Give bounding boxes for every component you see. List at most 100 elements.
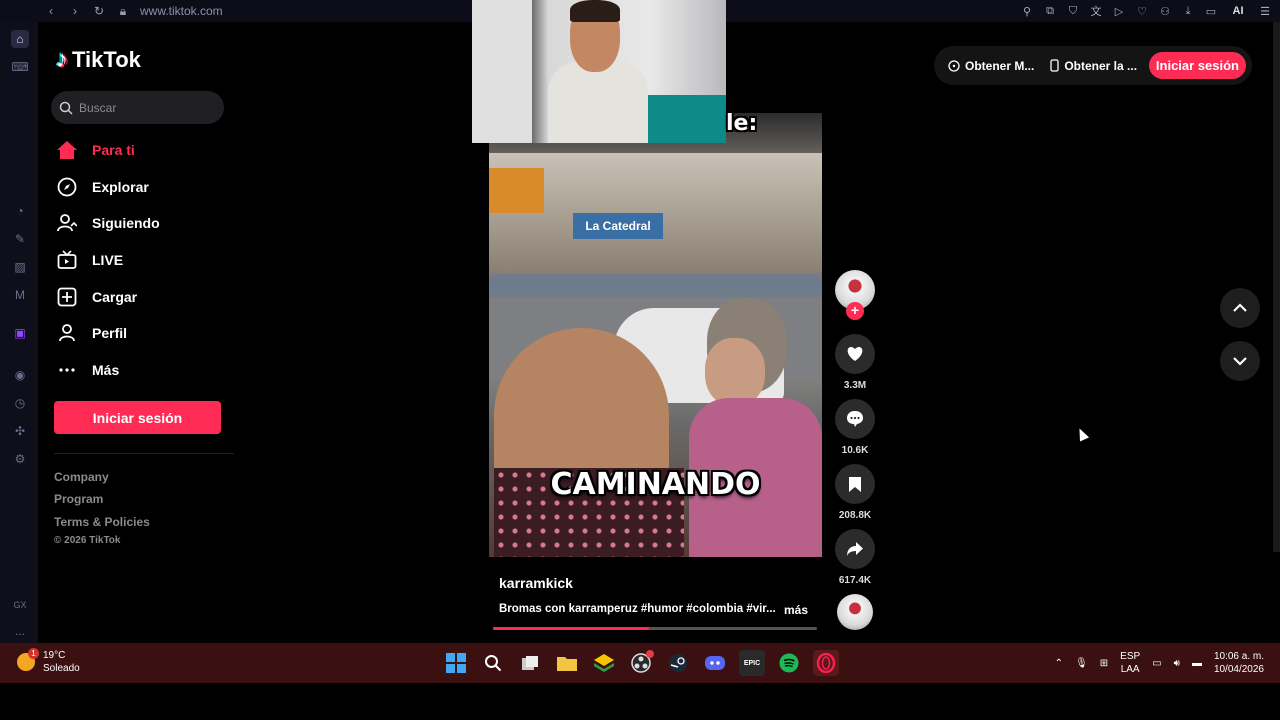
footer-program-link[interactable]: Program xyxy=(54,492,103,506)
save-action[interactable]: 208.8K xyxy=(834,464,876,521)
nav-siguiendo[interactable]: Siguiendo xyxy=(56,212,160,234)
video-progress-bar[interactable] xyxy=(493,627,817,630)
top-login-button[interactable]: Iniciar sesión xyxy=(1148,52,1246,79)
epic-games-icon[interactable]: EPIC xyxy=(739,650,765,676)
follow-button[interactable]: + xyxy=(846,302,864,320)
reload-icon[interactable]: ↻ xyxy=(92,4,106,18)
bookmark-icon xyxy=(849,476,861,492)
shield-icon[interactable]: ⛉ xyxy=(1066,5,1080,18)
description-more-button[interactable]: más xyxy=(784,603,808,617)
display-icon[interactable]: ▭ xyxy=(1152,658,1161,669)
spotify-icon[interactable] xyxy=(776,650,802,676)
nav-mas[interactable]: Más xyxy=(56,359,119,381)
bluestacks-icon[interactable] xyxy=(591,650,617,676)
nav-cargar[interactable]: Cargar xyxy=(56,286,137,308)
footer-company-link[interactable]: Company xyxy=(54,470,109,484)
task-view-icon[interactable] xyxy=(517,650,543,676)
account-icon[interactable]: ⚇ xyxy=(1158,5,1172,18)
more-icon xyxy=(56,359,78,381)
network-icon[interactable]: ⊞ xyxy=(1100,658,1108,669)
save-button[interactable] xyxy=(835,464,875,504)
chevron-up-icon xyxy=(1233,303,1247,312)
get-mobile-app-button[interactable]: Obtener la ... xyxy=(1050,59,1137,73)
download-icon[interactable]: ⤓ xyxy=(1181,5,1195,18)
twitch-icon[interactable]: ▣ xyxy=(11,324,29,342)
snapshot-icon[interactable]: ⧉ xyxy=(1043,5,1057,18)
search-input[interactable] xyxy=(79,100,219,115)
extensions-icon[interactable]: ✣ xyxy=(11,422,29,440)
home-icon xyxy=(56,139,78,161)
page-scrollbar[interactable] xyxy=(1273,22,1280,552)
obs-icon[interactable] xyxy=(628,650,654,676)
sound-avatar[interactable] xyxy=(837,594,873,630)
comment-action[interactable]: 10.6K xyxy=(834,399,876,456)
windows-start-icon[interactable] xyxy=(443,650,469,676)
play-icon[interactable]: ▷ xyxy=(1112,5,1126,18)
footer-terms-link[interactable]: Terms & Policies xyxy=(54,515,150,529)
address-bar[interactable]: www.tiktok.com xyxy=(140,4,223,18)
gamepad-icon[interactable]: ⌨ xyxy=(11,58,29,76)
next-video-button[interactable] xyxy=(1220,341,1260,381)
like-action[interactable]: 3.3M xyxy=(834,334,876,391)
windows-taskbar: 1 19°C Soleado EPIC ⌃ 🎙︎ ⊞ ESP LAA ▭ 🔊︎ … xyxy=(0,643,1280,683)
share-action[interactable]: 617.4K xyxy=(834,529,876,586)
clock[interactable]: 10:06 a. m. 10/04/2026 xyxy=(1214,650,1264,676)
get-app-button[interactable]: Obtener M... xyxy=(948,59,1034,73)
video-player[interactable]: La Catedral CAMINANDO xyxy=(489,113,822,557)
hatch-icon[interactable]: ▨ xyxy=(11,258,29,276)
forward-icon[interactable]: › xyxy=(68,4,82,18)
m-icon[interactable]: M xyxy=(11,286,29,304)
opera-gx-icon[interactable] xyxy=(813,650,839,676)
sound-action[interactable] xyxy=(834,594,876,630)
heart-icon[interactable]: ♡ xyxy=(1135,5,1149,18)
search-box[interactable] xyxy=(51,91,224,124)
weather-widget[interactable]: 1 19°C Soleado xyxy=(17,648,80,675)
clean-icon[interactable]: ✎ xyxy=(11,230,29,248)
more-icon[interactable]: ... xyxy=(11,622,29,640)
mouse-cursor-icon xyxy=(1074,426,1090,442)
following-icon xyxy=(56,212,78,234)
settings-icon[interactable]: ⚙ xyxy=(11,450,29,468)
nav-live[interactable]: LIVE xyxy=(56,249,123,271)
discord-icon[interactable] xyxy=(702,650,728,676)
video-progress-fill xyxy=(493,627,649,630)
profile-icon xyxy=(56,322,78,344)
home-icon[interactable]: ⌂ xyxy=(11,30,29,48)
search-icon[interactable] xyxy=(480,650,506,676)
screen-bottom-edge xyxy=(0,683,1280,720)
nav-perfil[interactable]: Perfil xyxy=(56,322,127,344)
like-button[interactable] xyxy=(835,334,875,374)
player-icon[interactable]: ◉ xyxy=(11,366,29,384)
lock-icon[interactable]: 🔒︎ xyxy=(116,4,130,19)
language-indicator[interactable]: ESP LAA xyxy=(1120,650,1140,676)
share-count: 617.4K xyxy=(838,575,872,586)
menu-icon[interactable]: ☰ xyxy=(1258,5,1272,18)
video-author[interactable]: karramkick xyxy=(499,575,573,591)
share-button[interactable] xyxy=(835,529,875,569)
speed-icon[interactable]: ◔ xyxy=(11,202,29,220)
gx-label[interactable]: GX xyxy=(11,596,29,614)
battery-icon[interactable]: ▭ xyxy=(1204,5,1218,18)
live-icon xyxy=(56,249,78,271)
ai-button[interactable]: AI xyxy=(1227,5,1249,17)
translate-icon[interactable]: 文 xyxy=(1089,3,1103,19)
back-icon[interactable]: ‹ xyxy=(44,4,58,18)
file-explorer-icon[interactable] xyxy=(554,650,580,676)
nav-para-ti[interactable]: Para ti xyxy=(56,139,135,161)
search-icon xyxy=(59,101,73,115)
login-button[interactable]: Iniciar sesión xyxy=(54,401,221,434)
like-count: 3.3M xyxy=(843,380,867,391)
pin-icon[interactable]: ⚲ xyxy=(1020,5,1034,18)
volume-icon[interactable]: 🔊︎ xyxy=(1174,658,1180,669)
notification-badge: 1 xyxy=(28,648,39,659)
previous-video-button[interactable] xyxy=(1220,288,1260,328)
tiktok-logo[interactable]: ♪ TikTok xyxy=(56,46,141,74)
history-icon[interactable]: ◷ xyxy=(11,394,29,412)
video-frame-person xyxy=(689,298,822,557)
microphone-icon[interactable]: 🎙︎ xyxy=(1075,658,1088,669)
comment-button[interactable] xyxy=(835,399,875,439)
nav-explorar[interactable]: Explorar xyxy=(56,176,149,198)
battery-icon[interactable]: ▬ xyxy=(1192,658,1202,669)
chevron-up-icon[interactable]: ⌃ xyxy=(1055,658,1063,669)
steam-icon[interactable] xyxy=(665,650,691,676)
